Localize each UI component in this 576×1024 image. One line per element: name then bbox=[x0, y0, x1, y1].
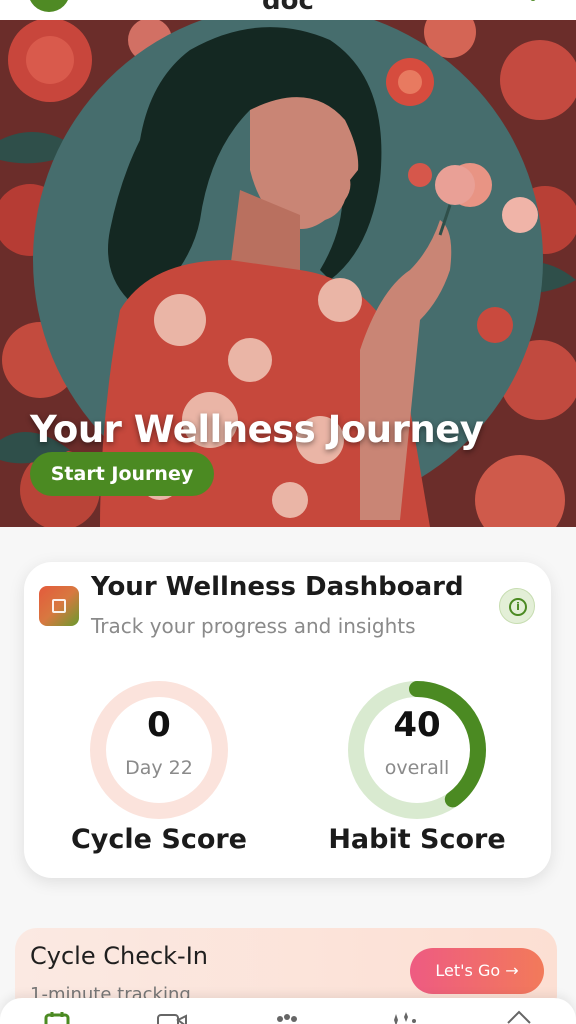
cycle-score-label: Cycle Score bbox=[70, 824, 247, 855]
chart-icon bbox=[39, 586, 79, 626]
cycle-score-gauge[interactable]: 0 Day 22 bbox=[84, 675, 234, 825]
community-icon[interactable] bbox=[272, 1012, 302, 1024]
dashboard-title: Your Wellness Dashboard bbox=[91, 572, 464, 602]
video-icon[interactable] bbox=[157, 1012, 187, 1024]
hero-banner: Your Wellness Journey Start Journey bbox=[0, 20, 576, 527]
wellness-dashboard-card: Your Wellness Dashboard Track your progr… bbox=[24, 562, 551, 878]
hero-title: Your Wellness Journey bbox=[30, 408, 484, 451]
cycle-score-value: 0 bbox=[147, 705, 171, 745]
lets-go-button[interactable]: Let's Go → bbox=[410, 948, 544, 994]
sparkles-icon[interactable] bbox=[388, 1012, 418, 1024]
info-icon: i bbox=[509, 598, 527, 616]
app-title: doc bbox=[262, 0, 314, 16]
home-icon[interactable] bbox=[506, 1010, 532, 1024]
cycle-day: Day 22 bbox=[125, 757, 193, 779]
checkin-title: Cycle Check-In bbox=[30, 942, 208, 970]
info-button[interactable]: i bbox=[499, 588, 535, 624]
habit-overall: overall bbox=[384, 757, 450, 779]
top-bar: doc bbox=[0, 0, 576, 20]
habit-score-gauge[interactable]: 40 overall bbox=[342, 675, 492, 825]
bell-icon[interactable] bbox=[520, 0, 546, 6]
habit-score-label: Habit Score bbox=[328, 824, 506, 855]
habit-score-value: 40 bbox=[393, 705, 441, 745]
calendar-icon[interactable] bbox=[44, 1012, 70, 1024]
start-journey-button[interactable]: Start Journey bbox=[30, 452, 214, 496]
dashboard-subtitle: Track your progress and insights bbox=[91, 614, 416, 638]
bottom-navigation bbox=[0, 998, 576, 1024]
